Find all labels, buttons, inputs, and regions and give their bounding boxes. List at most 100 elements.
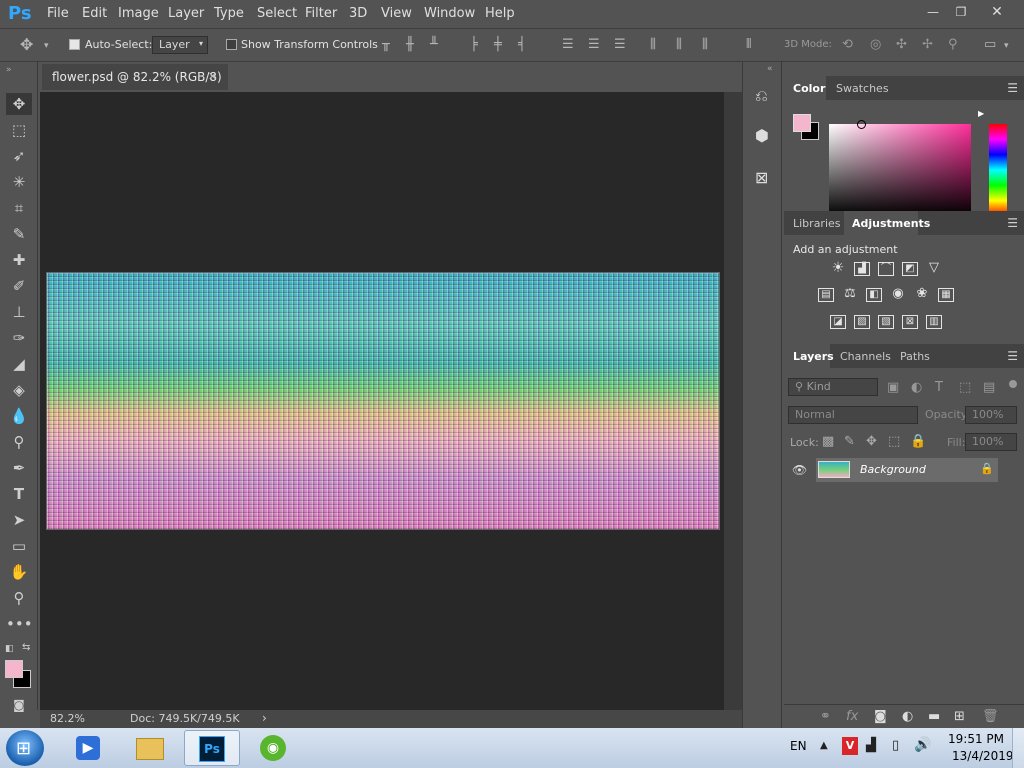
properties-panel-icon[interactable]: ⊠ (755, 168, 768, 187)
restore-button[interactable]: ❐ (946, 2, 976, 22)
lock-pixels-icon[interactable]: ✎ (844, 435, 855, 449)
lock-all-icon[interactable]: 🔒 (910, 435, 926, 449)
history-panel-icon[interactable]: ⎌ (755, 86, 768, 106)
dodge-tool-icon[interactable]: ⚲ (6, 431, 32, 453)
3d-scale-icon[interactable]: ⚲ (948, 38, 958, 52)
curves-icon[interactable]: ⌒ (878, 262, 894, 276)
distribute-top-icon[interactable]: ☰ (562, 38, 574, 52)
healing-brush-tool-icon[interactable]: ✚ (6, 249, 32, 271)
brush-tool-icon[interactable]: ✐ (6, 275, 32, 297)
show-desktop-button[interactable] (1012, 728, 1024, 768)
menu-help[interactable]: Help (485, 6, 515, 21)
magic-wand-tool-icon[interactable]: ✳ (6, 171, 32, 193)
align-top-icon[interactable]: ╥ (382, 38, 390, 52)
paint-bucket-tool-icon[interactable]: ◈ (6, 379, 32, 401)
3d-roll-icon[interactable]: ◎ (870, 38, 881, 52)
layer-row[interactable]: 👁 Background 🔒 (784, 458, 1024, 482)
3d-panel-icon[interactable]: ⬢ (755, 126, 769, 145)
3d-drag-icon[interactable]: ✣ (896, 38, 907, 52)
vibrance-icon[interactable]: ▽ (926, 261, 942, 276)
taskbar-coc-coc[interactable]: ◉ (246, 730, 302, 766)
filter-toggle-icon[interactable] (1009, 380, 1017, 388)
fill-input[interactable]: 100% (965, 433, 1017, 451)
menu-edit[interactable]: Edit (82, 6, 107, 21)
menu-3d[interactable]: 3D (349, 6, 367, 21)
hand-tool-icon[interactable]: ✋ (6, 561, 32, 583)
new-fill-adjustment-icon[interactable]: ◐ (902, 710, 913, 724)
align-bottom-icon[interactable]: ╨ (430, 38, 438, 52)
close-tab-icon[interactable]: ✕ (208, 70, 217, 83)
auto-select-checkbox[interactable] (69, 39, 80, 50)
foreground-color-chip[interactable] (793, 114, 811, 132)
menu-select[interactable]: Select (257, 6, 297, 21)
channel-mixer-icon[interactable]: ❀ (914, 287, 930, 302)
color-balance-icon[interactable]: ⚖ (842, 287, 858, 302)
align-left-icon[interactable]: ╞ (470, 38, 478, 52)
quick-mask-icon[interactable]: ◙ (6, 694, 32, 716)
menu-layer[interactable]: Layer (168, 6, 204, 21)
photo-filter-icon[interactable]: ◉ (890, 287, 906, 302)
chevron-down-icon[interactable]: ▾ (44, 39, 49, 53)
zoom-tool-icon[interactable]: ⚲ (6, 587, 32, 609)
tab-color[interactable]: Color (784, 76, 826, 100)
menu-type[interactable]: Type (214, 6, 244, 21)
auto-select-target-dropdown[interactable]: Layer ▾ (152, 36, 208, 54)
status-menu-arrow-icon[interactable]: › (262, 711, 267, 725)
lasso-tool-icon[interactable]: ➶ (6, 145, 32, 167)
menu-view[interactable]: View (381, 6, 412, 21)
vertical-scrollbar[interactable] (724, 92, 742, 710)
foreground-color-swatch[interactable] (5, 660, 23, 678)
tab-channels[interactable]: Channels (840, 344, 891, 368)
close-button[interactable]: ✕ (982, 2, 1012, 22)
3d-orbit-icon[interactable]: ⟲ (842, 38, 853, 52)
distribute-left-icon[interactable]: ⫼ (650, 38, 656, 52)
tab-swatches[interactable]: Swatches (836, 76, 889, 100)
layer-kind-filter[interactable]: ⚲ Kind (788, 378, 878, 396)
distribute-bottom-icon[interactable]: ☰ (614, 38, 626, 52)
antivirus-tray-icon[interactable]: V (842, 737, 858, 755)
default-colors-icon[interactable]: ◧ (5, 644, 14, 654)
hue-slider-marker-icon[interactable]: ▶ (978, 109, 984, 118)
clock-time[interactable]: 19:51 PM (948, 732, 1004, 746)
levels-icon[interactable]: ▟ (854, 262, 870, 276)
tab-adjustments[interactable]: Adjustments (844, 211, 930, 235)
exposure-icon[interactable]: ◩ (902, 262, 918, 276)
path-selection-tool-icon[interactable]: ➤ (6, 509, 32, 531)
eraser-tool-icon[interactable]: ◢ (6, 353, 32, 375)
new-layer-icon[interactable]: ⊞ (954, 710, 965, 724)
collapse-toolbar-icon[interactable]: » (6, 65, 12, 75)
clock-date[interactable]: 13/4/2019 (952, 749, 1014, 763)
menu-file[interactable]: File (47, 6, 69, 21)
eyedropper-tool-icon[interactable]: ✎ (6, 223, 32, 245)
distribute-right-icon[interactable]: ⫼ (702, 38, 708, 52)
move-tool-preset-icon[interactable]: ✥ (20, 37, 33, 53)
color-picker-marker[interactable] (857, 120, 866, 129)
menu-window[interactable]: Window (424, 6, 475, 21)
selective-color-icon[interactable]: ⊠ (902, 315, 918, 329)
3d-slide-icon[interactable]: ✢ (922, 38, 933, 52)
document-tab[interactable]: flower.psd @ 82.2% (RGB/8) ✕ (42, 64, 228, 90)
rectangle-tool-icon[interactable]: ▭ (6, 535, 32, 557)
blend-mode-dropdown[interactable]: Normal (788, 406, 918, 424)
minimize-button[interactable]: — (918, 2, 948, 22)
black-white-icon[interactable]: ◧ (866, 288, 882, 302)
filter-shape-icon[interactable]: ⬚ (959, 381, 971, 395)
taskbar-media-player[interactable]: ▶ (60, 730, 116, 766)
workspace-icon[interactable]: ▭ (984, 38, 996, 52)
document-image[interactable] (46, 272, 720, 530)
filter-pixel-icon[interactable]: ▣ (887, 381, 899, 395)
hue-slider[interactable] (989, 124, 1007, 216)
lock-transparency-icon[interactable]: ▩ (822, 435, 834, 449)
auto-align-icon[interactable]: ⫴ (746, 38, 751, 52)
tab-libraries[interactable]: Libraries (793, 211, 841, 235)
expand-panels-icon[interactable]: « (767, 64, 773, 74)
brightness-contrast-icon[interactable]: ☀ (830, 261, 846, 276)
marquee-tool-icon[interactable]: ⬚ (6, 119, 32, 141)
invert-icon[interactable]: ◪ (830, 315, 846, 329)
opacity-input[interactable]: 100% (965, 406, 1017, 424)
show-hidden-icons-icon[interactable]: ▲ (820, 740, 828, 751)
chevron-down-icon[interactable]: ▾ (1004, 39, 1009, 53)
language-indicator[interactable]: EN (790, 739, 807, 753)
zoom-level[interactable]: 82.2% (50, 712, 85, 725)
network-signal-icon[interactable]: ▟ (866, 738, 876, 753)
